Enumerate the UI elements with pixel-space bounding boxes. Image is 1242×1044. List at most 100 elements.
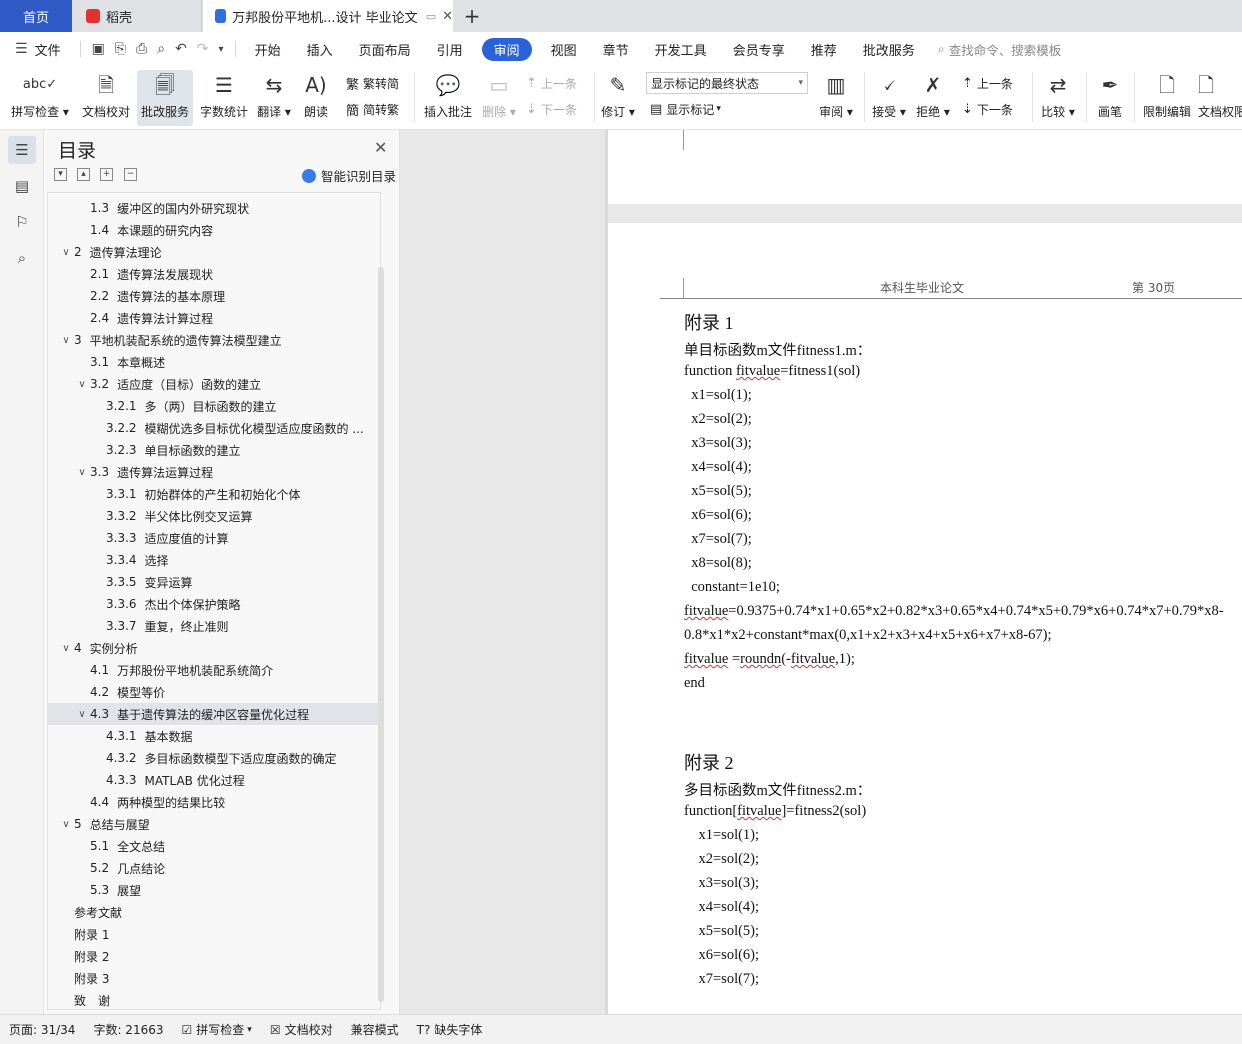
toc-item[interactable]: 3.3.7 重复，终止准则 (48, 615, 378, 637)
toc-item[interactable]: 5.2 几点结论 (48, 857, 378, 879)
expand-up-icon[interactable]: ▴ (77, 168, 90, 181)
toc-item[interactable]: 参考文献 (48, 901, 378, 923)
word-count[interactable]: 字数: 21663 (84, 1021, 172, 1038)
word-count-button[interactable]: ☰ 字数统计 (197, 70, 251, 126)
accept-button[interactable]: 🗸 接受 ▾ (870, 70, 908, 126)
preview-icon[interactable]: ⌕ (152, 41, 170, 57)
redo-icon[interactable]: ↷ (192, 41, 214, 57)
menu-correct-service[interactable]: 批改服务 (850, 40, 928, 59)
toc-item[interactable]: 4.2 模型等价 (48, 681, 378, 703)
spell-check-button[interactable]: abc✓ 拼写检查 ▾ (8, 70, 72, 126)
toc-item[interactable]: 致 谢 (48, 989, 378, 1009)
undo-icon[interactable]: ↶ (170, 41, 192, 57)
menu-page-layout[interactable]: 页面布局 (346, 40, 424, 59)
doc-proof-button[interactable]: 🗎 文档校对 (78, 70, 134, 126)
chevron-down-icon[interactable]: ∨ (60, 819, 72, 830)
read-aloud-button[interactable]: A) 朗读 (298, 70, 334, 126)
restrict-edit-button[interactable]: 🗋 限制编辑 (1140, 70, 1194, 126)
collapse-all-icon[interactable]: ▾ (54, 168, 67, 181)
chevron-down-icon[interactable]: ∨ (60, 247, 72, 258)
toc-item[interactable]: 4.3.3 MATLAB 优化过程 (48, 769, 378, 791)
compare-button[interactable]: ⇄ 比较 ▾ (1038, 70, 1078, 126)
toc-item[interactable]: ∨ 4 实例分析 (48, 637, 378, 659)
navigation-icon[interactable]: ▤ (8, 172, 36, 200)
toc-item[interactable]: 附录 3 (48, 967, 378, 989)
page-count[interactable]: 页面: 31/34 (0, 1021, 84, 1038)
new-tab-button[interactable]: + (460, 0, 484, 32)
remove-heading-icon[interactable]: − (124, 168, 137, 181)
toc-item[interactable]: 3.3.3 适应度值的计算 (48, 527, 378, 549)
tab-daoke[interactable]: 稻壳 (72, 0, 202, 32)
chevron-down-icon[interactable]: ▾ (214, 44, 229, 55)
toc-item[interactable]: 3.3.6 杰出个体保护策略 (48, 593, 378, 615)
chevron-down-icon[interactable]: ∨ (60, 335, 72, 346)
prev-comment-button[interactable]: ⇡ 上一条 (526, 72, 577, 94)
export-icon[interactable]: ⎘ (110, 41, 131, 57)
toc-item[interactable]: 3.2.2 模糊优选多目标优化模型适应度函数的 ... (48, 417, 378, 439)
add-heading-icon[interactable]: + (100, 168, 113, 181)
track-changes-button[interactable]: ✎ 修订 ▾ (600, 70, 636, 126)
toc-item[interactable]: 3.2.1 多（两）目标函数的建立 (48, 395, 378, 417)
scrollbar[interactable] (378, 267, 384, 1002)
toc-item[interactable]: 3.1 本章概述 (48, 351, 378, 373)
show-markup-button[interactable]: ▤ 显示标记 ▾ (650, 98, 721, 120)
menu-dev-tools[interactable]: 开发工具 (642, 40, 720, 59)
toc-item[interactable]: 5.3 展望 (48, 879, 378, 901)
search-icon[interactable]: ⌕ (8, 244, 36, 272)
toc-item[interactable]: 2.2 遗传算法的基本原理 (48, 285, 378, 307)
toc-item[interactable]: 3.2.3 单目标函数的建立 (48, 439, 378, 461)
smart-toc-button[interactable]: 智能识别目录 (302, 166, 396, 185)
toc-item[interactable]: 2.1 遗传算法发展现状 (48, 263, 378, 285)
prev-change-button[interactable]: ⇡ 上一条 (962, 72, 1013, 94)
menu-recommend[interactable]: 推荐 (798, 40, 850, 59)
toc-item[interactable]: 3.3.1 初始群体的产生和初始化个体 (48, 483, 378, 505)
chevron-down-icon[interactable]: ∨ (60, 643, 72, 654)
toc-icon[interactable]: ☰ (8, 136, 36, 164)
command-search[interactable]: ⌕ 查找命令、搜索模板 (938, 40, 1062, 59)
toc-item[interactable]: ∨ 5 总结与展望 (48, 813, 378, 835)
toc-item[interactable]: ∨ 4.3 基于遗传算法的缓冲区容量优化过程 (48, 703, 378, 725)
simp-to-trad-button[interactable]: 簡 简转繁 (346, 98, 399, 120)
menu-file[interactable]: 文件 (33, 40, 74, 59)
chevron-down-icon[interactable]: ∨ (76, 379, 88, 390)
delete-comment-button[interactable]: ▭ 删除 ▾ (480, 70, 518, 126)
chevron-down-icon[interactable]: ∨ (76, 467, 88, 478)
menu-review[interactable]: 审阅 (481, 37, 532, 61)
toc-item[interactable]: 5.1 全文总结 (48, 835, 378, 857)
toc-item[interactable]: 3.3.2 半父体比例交叉运算 (48, 505, 378, 527)
screen-icon[interactable]: ▭ (426, 10, 436, 23)
menu-view[interactable]: 视图 (538, 40, 590, 59)
toc-item[interactable]: 1.4 本课题的研究内容 (48, 219, 378, 241)
toc-item[interactable]: 4.4 两种模型的结果比较 (48, 791, 378, 813)
reject-button[interactable]: ✗ 拒绝 ▾ (914, 70, 952, 126)
toc-item[interactable]: 附录 2 (48, 945, 378, 967)
menu-member[interactable]: 会员专享 (720, 40, 798, 59)
toc-item[interactable]: ∨ 2 遗传算法理论 (48, 241, 378, 263)
missing-font-status[interactable]: T? 缺失字体 (408, 1021, 492, 1038)
toc-item[interactable]: 附录 1 (48, 923, 378, 945)
toc-item[interactable]: 4.3.2 多目标函数模型下适应度函数的确定 (48, 747, 378, 769)
markup-state-select[interactable]: 显示标记的最终状态 ▾ (646, 72, 808, 94)
menu-chapter[interactable]: 章节 (590, 40, 642, 59)
doc-proof-status[interactable]: ☒ 文档校对 (261, 1021, 342, 1038)
menu-insert[interactable]: 插入 (294, 40, 346, 59)
correct-service-button[interactable]: 🗐 批改服务 (137, 70, 193, 126)
translate-button[interactable]: ⇆ 翻译 ▾ (256, 70, 292, 126)
toc-item[interactable]: 3.3.5 变异运算 (48, 571, 378, 593)
menu-reference[interactable]: 引用 (424, 40, 476, 59)
tab-document[interactable]: 万邦股份平地机...设计 毕业论文 ▭ ✕ (203, 0, 453, 32)
chevron-down-icon[interactable]: ∨ (76, 709, 88, 720)
review-pane-button[interactable]: ▥ 审阅 ▾ (816, 70, 856, 126)
bookmark-icon[interactable]: ⚐ (8, 208, 36, 236)
close-icon[interactable]: ✕ (374, 138, 387, 157)
insert-comment-button[interactable]: 💬 插入批注 (420, 70, 476, 126)
next-comment-button[interactable]: ⇣ 下一条 (526, 98, 577, 120)
toc-item[interactable]: 3.3.4 选择 (48, 549, 378, 571)
doc-permission-button[interactable]: 🗋 文档权限 (1198, 70, 1242, 126)
print-icon[interactable]: ⎙ (131, 41, 152, 57)
spell-check-status[interactable]: ☑ 拼写检查 ▾ (173, 1021, 261, 1038)
toc-item[interactable]: 4.1 万邦股份平地机装配系统简介 (48, 659, 378, 681)
toc-item[interactable]: 1.3 缓冲区的国内外研究现状 (48, 197, 378, 219)
toc-item[interactable]: ∨ 3.3 遗传算法运算过程 (48, 461, 378, 483)
toc-item[interactable]: 4.3.1 基本数据 (48, 725, 378, 747)
